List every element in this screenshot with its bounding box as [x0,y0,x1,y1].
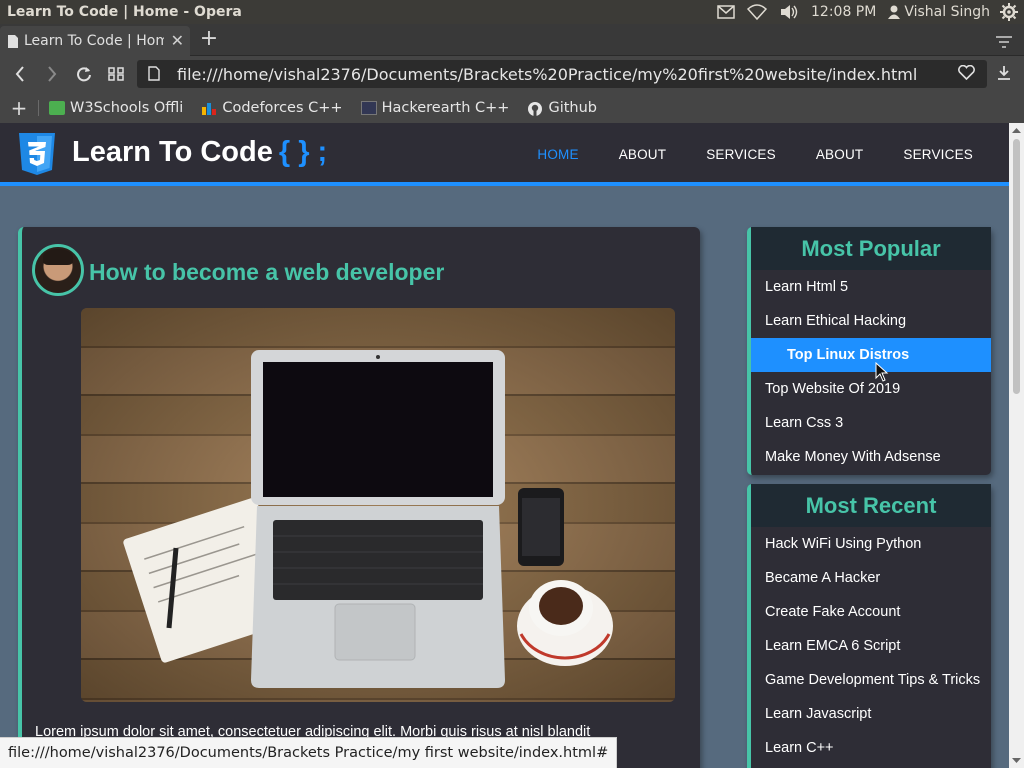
popular-item-linux-distros[interactable]: Top Linux Distros [751,338,991,372]
bookmark-label: Hackerearth C++ [381,99,510,116]
bookmarks-bar: + W3Schools Offli Codeforces C++ Hackere… [0,92,1024,123]
recent-item-hacker[interactable]: Became A Hacker [751,561,991,595]
page-icon [8,34,18,48]
address-field[interactable]: file:///home/vishal2376/Documents/Bracke… [137,60,987,88]
bookmark-label: Github [548,99,597,116]
article-card: How to become a web developer Lorem ipsu… [18,227,700,768]
popular-item-html5[interactable]: Learn Html 5 [751,270,991,304]
heart-bookmark-icon[interactable] [958,64,975,84]
recent-item-game-dev[interactable]: Game Development Tips & Tricks [751,663,991,697]
w3schools-icon [49,100,65,115]
back-button[interactable] [10,64,30,84]
reload-button[interactable] [74,64,94,84]
web-page: Learn To Code{ } ; HOME ABOUT SERVICES A… [0,123,1009,768]
close-tab-icon[interactable]: ✕ [171,31,184,50]
popular-item-top-website[interactable]: Top Website Of 2019 [751,372,991,406]
user-name: Vishal Singh [904,4,990,20]
tab-strip: Learn To Code | Home ✕ + [0,24,1024,56]
most-recent-box: Most Recent Hack WiFi Using Python Becam… [747,484,991,768]
bookmark-hackerearth[interactable]: Hackerearth C++ [360,99,510,116]
github-icon [527,101,543,116]
bookmark-label: W3Schools Offli [70,99,184,116]
most-popular-heading: Most Popular [751,227,991,270]
tab-label: Learn To Code | Home [24,33,164,49]
most-popular-box: Most Popular Learn Html 5 Learn Ethical … [747,227,991,475]
recent-item-hack-wifi[interactable]: Hack WiFi Using Python [751,527,991,561]
status-url-tooltip: file:///home/vishal2376/Documents/Bracke… [0,737,618,768]
url-text: file:///home/vishal2376/Documents/Bracke… [177,64,918,84]
laptop-desk-photo [81,308,675,702]
address-toolbar: file:///home/vishal2376/Documents/Bracke… [0,56,1024,92]
nav-services-2[interactable]: SERVICES [903,147,973,162]
nav-home[interactable]: HOME [537,147,578,162]
scroll-up-icon[interactable] [1009,125,1024,137]
codeforces-icon [201,101,217,115]
main-nav: HOME ABOUT SERVICES ABOUT SERVICES [537,147,973,162]
window-title: Learn To Code | Home - Opera [7,4,242,20]
most-recent-heading: Most Recent [751,484,991,527]
mail-icon[interactable] [717,5,735,19]
power-gear-icon[interactable] [1000,3,1018,21]
recent-item-fake-account[interactable]: Create Fake Account [751,595,991,629]
popular-item-ethical-hacking[interactable]: Learn Ethical Hacking [751,304,991,338]
local-file-icon [148,66,160,85]
bookmark-label: Codeforces C++ [222,99,343,116]
nav-about[interactable]: ABOUT [619,147,667,162]
clock[interactable]: 12:08 PM [811,4,876,20]
popular-item-css3[interactable]: Learn Css 3 [751,406,991,440]
mouse-cursor-icon [875,362,889,382]
hackerearth-icon [360,100,377,115]
nav-about-2[interactable]: ABOUT [816,147,864,162]
user-menu[interactable]: Vishal Singh [888,4,990,20]
wifi-icon[interactable] [747,4,768,20]
page-scrollbar[interactable] [1009,123,1024,768]
add-bookmark-button[interactable]: + [0,96,38,120]
new-tab-button[interactable]: + [198,26,220,52]
site-header: Learn To Code{ } ; HOME ABOUT SERVICES A… [0,123,1009,186]
css3-logo-icon[interactable] [17,132,57,181]
popular-item-adsense[interactable]: Make Money With Adsense [751,440,991,474]
forward-button[interactable] [42,64,62,84]
author-avatar [32,244,84,296]
download-icon[interactable] [996,65,1012,85]
recent-item-emca6[interactable]: Learn EMCA 6 Script [751,629,991,663]
bookmark-codeforces[interactable]: Codeforces C++ [201,99,343,116]
nav-services[interactable]: SERVICES [706,147,776,162]
scroll-thumb[interactable] [1013,139,1020,394]
brand-name: Learn To Code [72,136,273,168]
tab-learn-to-code[interactable]: Learn To Code | Home ✕ [0,26,190,56]
bookmark-github[interactable]: Github [527,100,597,116]
speed-dial-icon[interactable] [106,64,126,84]
site-brand[interactable]: Learn To Code{ } ; [72,136,327,169]
recent-item-javascript[interactable]: Learn Javascript [751,697,991,731]
recent-item-cpp[interactable]: Learn C++ [751,731,991,765]
article-title[interactable]: How to become a web developer [89,259,444,286]
bookmarks-separator [38,99,39,116]
volume-icon[interactable] [779,4,799,20]
brand-braces: { } ; [278,136,328,168]
tab-menu-icon[interactable] [996,33,1012,52]
scroll-down-icon[interactable] [1009,754,1024,766]
bookmark-w3schools[interactable]: W3Schools Offli [49,100,183,116]
os-top-panel: Learn To Code | Home - Opera 12:08 PM Vi… [0,0,1024,24]
user-icon [888,5,901,19]
